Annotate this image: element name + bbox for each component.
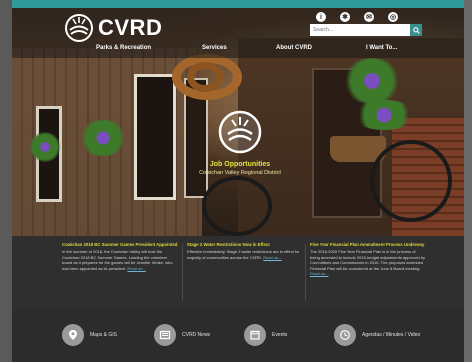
info-icon[interactable]: i (316, 12, 326, 22)
read-on-link[interactable]: Read on... (263, 255, 281, 260)
nav-i-want-to[interactable]: I Want To... (366, 45, 397, 51)
news-item: Five Year Financial Plan Amendment Proce… (310, 242, 426, 277)
quick-link-label: Events (272, 332, 288, 338)
nav-services[interactable]: Services (202, 45, 227, 51)
nav-about-cvrd[interactable]: About CVRD (276, 45, 312, 51)
site-header: CVRD i ✱ ✉ ◎ Parks & Recreation Services… (12, 8, 464, 58)
map-pin-icon (62, 324, 84, 346)
news-title[interactable]: Stage 2 Water Restrictions Now in Effect (187, 242, 303, 248)
center-window (134, 74, 176, 200)
right-frame (464, 0, 472, 362)
quick-link-label: Maps & GIS (90, 332, 117, 338)
news-body: The 2016-2020 Five Year Financial Plan i… (310, 249, 426, 277)
accessibility-icon[interactable]: ◎ (388, 12, 398, 22)
news-title[interactable]: Cowichan 2018 BC Summer Games President … (62, 242, 178, 248)
brand-name: CVRD (98, 15, 163, 40)
read-on-link[interactable]: Read on... (310, 271, 328, 276)
news-text: The 2016-2020 Five Year Financial Plan i… (310, 249, 425, 271)
share-icon[interactable]: ✉ (364, 12, 374, 22)
quick-link-label: Agendas / Minutes / Video (362, 332, 421, 338)
news-divider (182, 244, 183, 300)
news-icon (154, 324, 176, 346)
news-body: Effective immediately, Stage 2 water res… (187, 249, 303, 260)
nav-parks-recreation[interactable]: Parks & Recreation (96, 45, 151, 51)
read-on-link[interactable]: Read on... (127, 266, 145, 271)
quick-link-agendas[interactable]: Agendas / Minutes / Video (334, 324, 422, 346)
hanging-flowers-center (78, 120, 128, 156)
clock-icon (334, 324, 356, 346)
bicycle-wheel-rear (202, 176, 272, 236)
quick-link-maps-gis[interactable]: Maps & GIS (62, 324, 117, 346)
sun-logo-icon (65, 14, 93, 42)
news-title[interactable]: Five Year Financial Plan Amendment Proce… (310, 242, 426, 248)
promo-subtitle: Cowichan Valley Regional District (199, 170, 281, 176)
utility-icons: i ✱ ✉ ◎ (316, 12, 398, 22)
hanging-flowers-right (342, 58, 402, 104)
bicycle-wheel-front (370, 140, 452, 222)
page: CVRD i ✱ ✉ ◎ Parks & Recreation Services… (12, 8, 464, 362)
news-body: In the summer of 2018, the Cowichan Vall… (62, 249, 178, 271)
quick-links: Maps & GIS CVRD News Events Agendas / Mi… (12, 310, 464, 362)
job-opportunities-icon[interactable] (218, 110, 262, 154)
news-text: In the summer of 2018, the Cowichan Vall… (62, 249, 173, 271)
left-frame (0, 0, 12, 362)
search-input[interactable] (310, 24, 420, 36)
news-strip: Cowichan 2018 BC Summer Games President … (12, 236, 464, 310)
cvrd-logo[interactable]: CVRD (64, 12, 184, 44)
settings-icon[interactable]: ✱ (340, 12, 350, 22)
calendar-icon (244, 324, 266, 346)
news-text: Effective immediately, Stage 2 water res… (187, 249, 300, 260)
flower-box (352, 100, 416, 130)
hanging-flowers-left (28, 132, 62, 162)
promo-title[interactable]: Job Opportunities (152, 161, 328, 168)
quick-link-label: CVRD News (182, 332, 211, 338)
search-icon (412, 26, 420, 34)
top-accent-bar (0, 0, 472, 8)
news-divider (305, 244, 306, 300)
main-nav: Parks & Recreation Services About CVRD I… (12, 44, 464, 58)
news-item: Cowichan 2018 BC Summer Games President … (62, 242, 178, 271)
news-item: Stage 2 Water Restrictions Now in Effect… (187, 242, 303, 260)
quick-link-events[interactable]: Events (244, 324, 287, 346)
search-button[interactable] (410, 24, 422, 36)
pretzel-sign-inner (187, 62, 223, 92)
quick-link-cvrd-news[interactable]: CVRD News (154, 324, 210, 346)
